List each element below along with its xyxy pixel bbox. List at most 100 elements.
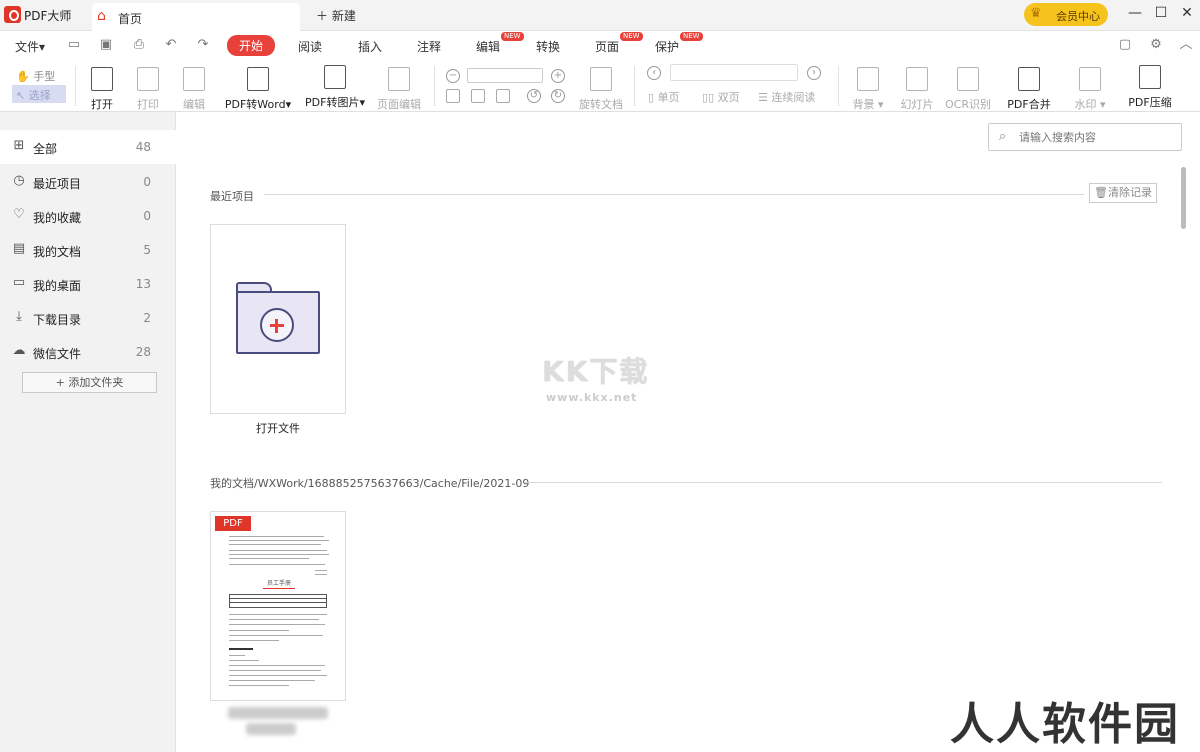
- new-badge: NEW: [501, 32, 524, 41]
- fit-page-icon[interactable]: [446, 89, 460, 103]
- vip-center-button[interactable]: ♛ 会员中心: [1024, 3, 1108, 26]
- tab-read[interactable]: 阅读: [298, 38, 322, 55]
- rotate-doc-button[interactable]: 旋转文档: [576, 67, 626, 112]
- sidebar-item-desktop[interactable]: ▭ 我的桌面 13: [0, 267, 176, 301]
- watermark-button[interactable]: 水印 ▾: [1068, 67, 1112, 112]
- pdf-file-card[interactable]: PDF 员工手册: [210, 511, 346, 701]
- file-name-blurred: [228, 707, 328, 719]
- page-number-input[interactable]: [670, 64, 798, 81]
- print-label: 打印: [137, 98, 159, 111]
- tab-edit[interactable]: 编辑: [476, 38, 500, 55]
- settings-gear-icon[interactable]: ⚙: [1148, 37, 1164, 53]
- edit-icon: [183, 67, 205, 91]
- add-folder-button[interactable]: + 添加文件夹: [22, 372, 157, 393]
- edit-button[interactable]: 编辑: [178, 67, 210, 112]
- caret-down-icon: ▾: [359, 96, 365, 109]
- document-icon: ▤: [12, 241, 26, 256]
- select-tool-label: 选择: [28, 89, 51, 102]
- sidebar-item-all[interactable]: ⊞ 全部 48: [0, 130, 176, 164]
- rotate-left-icon[interactable]: ↺: [527, 89, 541, 103]
- pdf-merge-label: PDF合并: [1007, 98, 1051, 111]
- sidebar-item-count: 0: [143, 209, 151, 223]
- continuous-read-button[interactable]: ☰ 连续阅读: [758, 89, 815, 105]
- clear-history-label: 清除记录: [1107, 186, 1152, 199]
- open-button[interactable]: 打开: [86, 67, 118, 112]
- fit-width-icon[interactable]: [496, 89, 510, 103]
- file-menu[interactable]: 文件▾: [15, 38, 45, 55]
- print-icon[interactable]: ⎙: [131, 37, 147, 53]
- slideshow-button[interactable]: 幻灯片: [898, 67, 936, 112]
- next-page-icon[interactable]: ›: [807, 66, 821, 80]
- single-page-button[interactable]: ▯ 单页: [648, 89, 680, 105]
- open-file-card[interactable]: [210, 224, 346, 414]
- printer-icon: [137, 67, 159, 91]
- prev-page-icon[interactable]: ‹: [647, 66, 661, 80]
- zoom-level-select[interactable]: [467, 68, 543, 83]
- double-page-button[interactable]: ▯▯ 双页: [702, 89, 740, 105]
- new-tab-button[interactable]: ＋ 新建: [316, 7, 356, 24]
- merge-icon: [1018, 67, 1040, 91]
- print-button[interactable]: 打印: [132, 67, 164, 112]
- sidebar-item-label: 我的文档: [33, 245, 82, 259]
- sidebar-item-label: 我的收藏: [33, 211, 82, 225]
- sidebar-item-count: 2: [143, 311, 151, 325]
- separator: [434, 66, 435, 106]
- tab-start[interactable]: 开始: [227, 35, 276, 56]
- pdf-to-image-button[interactable]: PDF转图片▾: [300, 65, 370, 110]
- add-folder-label: 添加文件夹: [68, 376, 124, 389]
- watermark-icon: [1079, 67, 1101, 91]
- open-icon: [91, 67, 113, 91]
- rotate-right-icon[interactable]: ↻: [551, 89, 565, 103]
- tab-home[interactable]: ⌂ 首页: [92, 3, 300, 31]
- divider: [264, 194, 1084, 195]
- rotate-doc-label: 旋转文档: [579, 98, 623, 111]
- open-folder-icon[interactable]: ▭: [66, 37, 82, 53]
- minimize-icon[interactable]: —: [1124, 5, 1146, 25]
- tab-insert[interactable]: 插入: [358, 38, 382, 55]
- close-icon[interactable]: ✕: [1176, 5, 1198, 25]
- page-edit-button[interactable]: 页面编辑: [374, 67, 424, 112]
- hand-tool-label: 手型: [33, 70, 56, 83]
- select-tool[interactable]: ↖ 选择: [12, 85, 66, 103]
- zoom-in-icon[interactable]: +: [551, 69, 565, 83]
- sidebar-item-wechat[interactable]: ☁ 微信文件 28: [0, 335, 176, 369]
- tab-convert[interactable]: 转换: [536, 38, 560, 55]
- kk-url-watermark: www.kkx.net: [546, 391, 638, 404]
- zoom-out-icon[interactable]: −: [446, 69, 460, 83]
- tab-protect[interactable]: 保护: [655, 38, 679, 55]
- hand-tool[interactable]: ✋ 手型: [16, 68, 55, 84]
- message-icon[interactable]: ▢: [1117, 37, 1133, 53]
- sidebar-item-count: 0: [143, 175, 151, 189]
- scrollbar[interactable]: [1181, 167, 1186, 229]
- tab-annotate[interactable]: 注释: [417, 38, 441, 55]
- search-box[interactable]: ⌕: [988, 123, 1182, 151]
- ocr-icon: [957, 67, 979, 91]
- pdf-to-word-label: PDF转Word: [224, 98, 286, 111]
- actual-size-icon[interactable]: [471, 89, 485, 103]
- pdf-to-word-button[interactable]: PDF转Word▾: [220, 67, 296, 112]
- ocr-button[interactable]: OCR识别: [944, 67, 992, 112]
- new-badge: NEW: [620, 32, 643, 41]
- file-menu-label: 文件: [15, 40, 40, 54]
- clock-icon: ◷: [13, 173, 25, 188]
- maximize-icon[interactable]: ☐: [1150, 5, 1172, 25]
- clear-history-button[interactable]: 🗑清除记录: [1089, 183, 1157, 203]
- undo-icon[interactable]: ↶: [163, 37, 179, 53]
- collapse-ribbon-icon[interactable]: ︿: [1178, 37, 1194, 53]
- search-input[interactable]: [1019, 128, 1174, 146]
- sidebar-item-downloads[interactable]: ⤓ 下载目录 2: [0, 301, 176, 335]
- background-button[interactable]: 背景 ▾: [848, 67, 888, 112]
- redo-icon[interactable]: ↷: [195, 37, 211, 53]
- pdf-merge-button[interactable]: PDF合并: [1002, 67, 1056, 112]
- caret-down-icon: ▾: [877, 98, 884, 111]
- sidebar-item-label: 我的桌面: [33, 279, 82, 293]
- sidebar-item-my-documents[interactable]: ▤ 我的文档 5: [0, 233, 176, 267]
- separator: [634, 66, 635, 106]
- hand-icon: ✋: [16, 70, 30, 83]
- sidebar-item-recent[interactable]: ◷ 最近项目 0: [0, 165, 176, 199]
- vip-label: 会员中心: [1056, 10, 1100, 23]
- tab-page[interactable]: 页面: [595, 38, 619, 55]
- pdf-compress-button[interactable]: PDF压缩: [1124, 65, 1176, 110]
- sidebar-item-favorites[interactable]: ♡ 我的收藏 0: [0, 199, 176, 233]
- save-icon[interactable]: ▣: [98, 37, 114, 53]
